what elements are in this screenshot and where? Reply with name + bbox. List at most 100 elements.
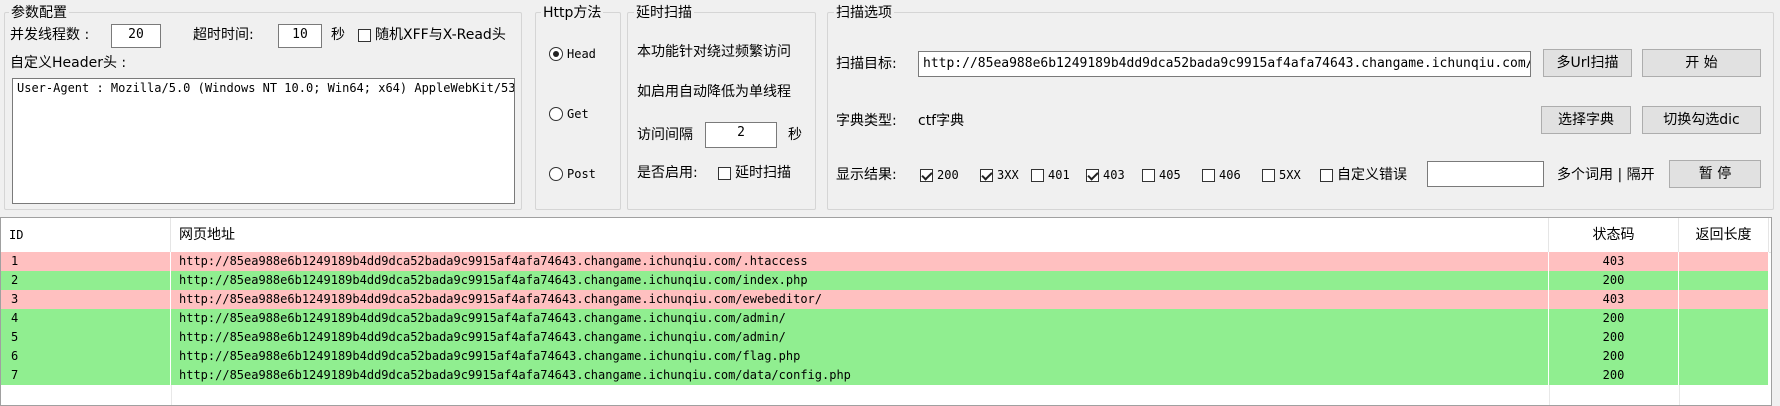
- cell-length: [1679, 271, 1769, 290]
- filter-label: 自定义错误: [1337, 167, 1407, 183]
- radio-icon: [549, 107, 563, 121]
- filter-label: 401: [1048, 168, 1070, 182]
- cell-length: [1679, 309, 1769, 328]
- cell-length: [1679, 347, 1769, 366]
- delay-desc-1: 本功能针对绕过频繁访问: [637, 44, 791, 60]
- filter-checkbox-403[interactable]: 403: [1086, 166, 1125, 184]
- table-row[interactable]: 1 http://85ea988e6b1249189b4dd9dca52bada9…: [1, 252, 1769, 271]
- filter-label: 403: [1103, 168, 1125, 182]
- checkbox-icon: [920, 168, 933, 182]
- cell-url: http://85ea988e6b1249189b4dd9dca52bada9c…: [171, 290, 1549, 309]
- cell-id: 1: [1, 252, 171, 271]
- filter-checkbox-200[interactable]: 200: [920, 166, 959, 184]
- results-table[interactable]: ID 网页地址 状态码 返回长度 1 http://85ea988e6b12491…: [0, 217, 1772, 406]
- filter-label: 200: [937, 168, 959, 182]
- checkbox-icon: [1086, 168, 1099, 182]
- target-input[interactable]: http://85ea988e6b1249189b4dd9dca52bada9c…: [918, 51, 1531, 77]
- start-button[interactable]: 开 始: [1642, 49, 1761, 77]
- checkbox-icon: [1202, 168, 1215, 182]
- cell-status: 403: [1549, 290, 1679, 309]
- cell-length: [1679, 366, 1769, 385]
- radio-icon: [549, 47, 563, 61]
- delay-enable-label: 是否启用:: [637, 165, 698, 181]
- http-method-post-radio[interactable]: Post: [549, 165, 596, 183]
- delay-enable-checkbox[interactable]: 延时扫描: [718, 164, 791, 182]
- filter-checkbox-405[interactable]: 405: [1142, 166, 1181, 184]
- dict-type-label: 字典类型:: [836, 113, 897, 129]
- delay-desc-2: 如启用自动降低为单线程: [637, 84, 791, 100]
- show-results-label: 显示结果:: [836, 167, 897, 183]
- http-method-head-radio[interactable]: Head: [549, 45, 596, 63]
- random-xff-checkbox[interactable]: 随机XFF与X-Read头: [358, 26, 506, 44]
- interval-input[interactable]: 2: [705, 122, 777, 148]
- select-dict-button[interactable]: 选择字典: [1541, 106, 1631, 134]
- multi-url-scan-button[interactable]: 多Url扫描: [1543, 49, 1632, 77]
- threads-input[interactable]: 20: [111, 24, 161, 48]
- filter-checkbox-3xx[interactable]: 3XX: [980, 166, 1019, 184]
- params-group-title: 参数配置: [9, 5, 69, 21]
- cell-id: 4: [1, 309, 171, 328]
- column-header-length[interactable]: 返回长度: [1679, 218, 1769, 252]
- dict-type-value: ctf字典: [918, 113, 965, 129]
- column-header-url[interactable]: 网页地址: [171, 218, 1549, 252]
- column-header-id[interactable]: ID: [1, 218, 171, 252]
- filter-label: 406: [1219, 168, 1241, 182]
- cell-id: 7: [1, 366, 171, 385]
- cell-id: 6: [1, 347, 171, 366]
- table-row[interactable]: 7 http://85ea988e6b1249189b4dd9dca52bada9…: [1, 366, 1769, 385]
- filter-label: 405: [1159, 168, 1181, 182]
- target-label: 扫描目标:: [836, 56, 897, 72]
- cell-length: [1679, 328, 1769, 347]
- column-header-status[interactable]: 状态码: [1549, 218, 1679, 252]
- filter-checkbox-401[interactable]: 401: [1031, 166, 1070, 184]
- timeout-unit: 秒: [331, 27, 345, 43]
- random-xff-check-icon: [358, 28, 371, 42]
- table-row[interactable]: 5 http://85ea988e6b1249189b4dd9dca52bada9…: [1, 328, 1769, 347]
- multi-word-hint: 多个词用 | 隔开: [1557, 167, 1655, 183]
- http-method-title: Http方法: [541, 5, 604, 21]
- checkbox-icon: [1031, 168, 1044, 182]
- cell-id: 5: [1, 328, 171, 347]
- http-method-get-radio[interactable]: Get: [549, 105, 589, 123]
- cell-status: 200: [1549, 271, 1679, 290]
- table-row[interactable]: 2 http://85ea988e6b1249189b4dd9dca52bada9…: [1, 271, 1769, 290]
- cell-status: 200: [1549, 347, 1679, 366]
- cell-status: 200: [1549, 328, 1679, 347]
- filter-label: 3XX: [997, 168, 1019, 182]
- interval-unit: 秒: [788, 127, 802, 143]
- radio-icon: [549, 167, 563, 181]
- cell-url: http://85ea988e6b1249189b4dd9dca52bada9c…: [171, 347, 1549, 366]
- custom-error-input[interactable]: [1427, 161, 1544, 187]
- timeout-input[interactable]: 10: [278, 24, 322, 48]
- table-row[interactable]: 6 http://85ea988e6b1249189b4dd9dca52bada9…: [1, 347, 1769, 366]
- cell-status: 200: [1549, 366, 1679, 385]
- timeout-label: 超时时间:: [193, 27, 254, 43]
- filter-label: 5XX: [1279, 168, 1301, 182]
- cell-url: http://85ea988e6b1249189b4dd9dca52bada9c…: [171, 309, 1549, 328]
- delay-enable-checkbox-label: 延时扫描: [735, 165, 791, 181]
- table-row[interactable]: 4 http://85ea988e6b1249189b4dd9dca52bada9…: [1, 309, 1769, 328]
- delay-enable-check-icon: [718, 166, 731, 180]
- cell-id: 2: [1, 271, 171, 290]
- cell-url: http://85ea988e6b1249189b4dd9dca52bada9c…: [171, 328, 1549, 347]
- scan-options-title: 扫描选项: [834, 5, 894, 21]
- cell-length: [1679, 252, 1769, 271]
- cell-id: 3: [1, 290, 171, 309]
- cell-url: http://85ea988e6b1249189b4dd9dca52bada9c…: [171, 252, 1549, 271]
- checkbox-icon: [980, 168, 993, 182]
- cell-length: [1679, 290, 1769, 309]
- interval-label: 访问间隔: [637, 127, 693, 143]
- http-method-label: Head: [567, 47, 596, 61]
- filter-checkbox-5xx[interactable]: 5XX: [1262, 166, 1301, 184]
- http-method-label: Get: [567, 107, 589, 121]
- header-textarea[interactable]: User-Agent : Mozilla/5.0 (Windows NT 10.…: [12, 78, 515, 204]
- pause-button[interactable]: 暂 停: [1669, 160, 1761, 188]
- filter-checkbox-406[interactable]: 406: [1202, 166, 1241, 184]
- toggle-dict-button[interactable]: 切换勾选dic: [1642, 106, 1761, 134]
- checkbox-icon: [1262, 168, 1275, 182]
- threads-label: 并发线程数 :: [10, 27, 90, 43]
- random-xff-label: 随机XFF与X-Read头: [375, 27, 506, 43]
- table-row[interactable]: 3 http://85ea988e6b1249189b4dd9dca52bada9…: [1, 290, 1769, 309]
- filter-checkbox-custom-error[interactable]: 自定义错误: [1320, 166, 1407, 184]
- table-header: ID 网页地址 状态码 返回长度: [1, 218, 1771, 253]
